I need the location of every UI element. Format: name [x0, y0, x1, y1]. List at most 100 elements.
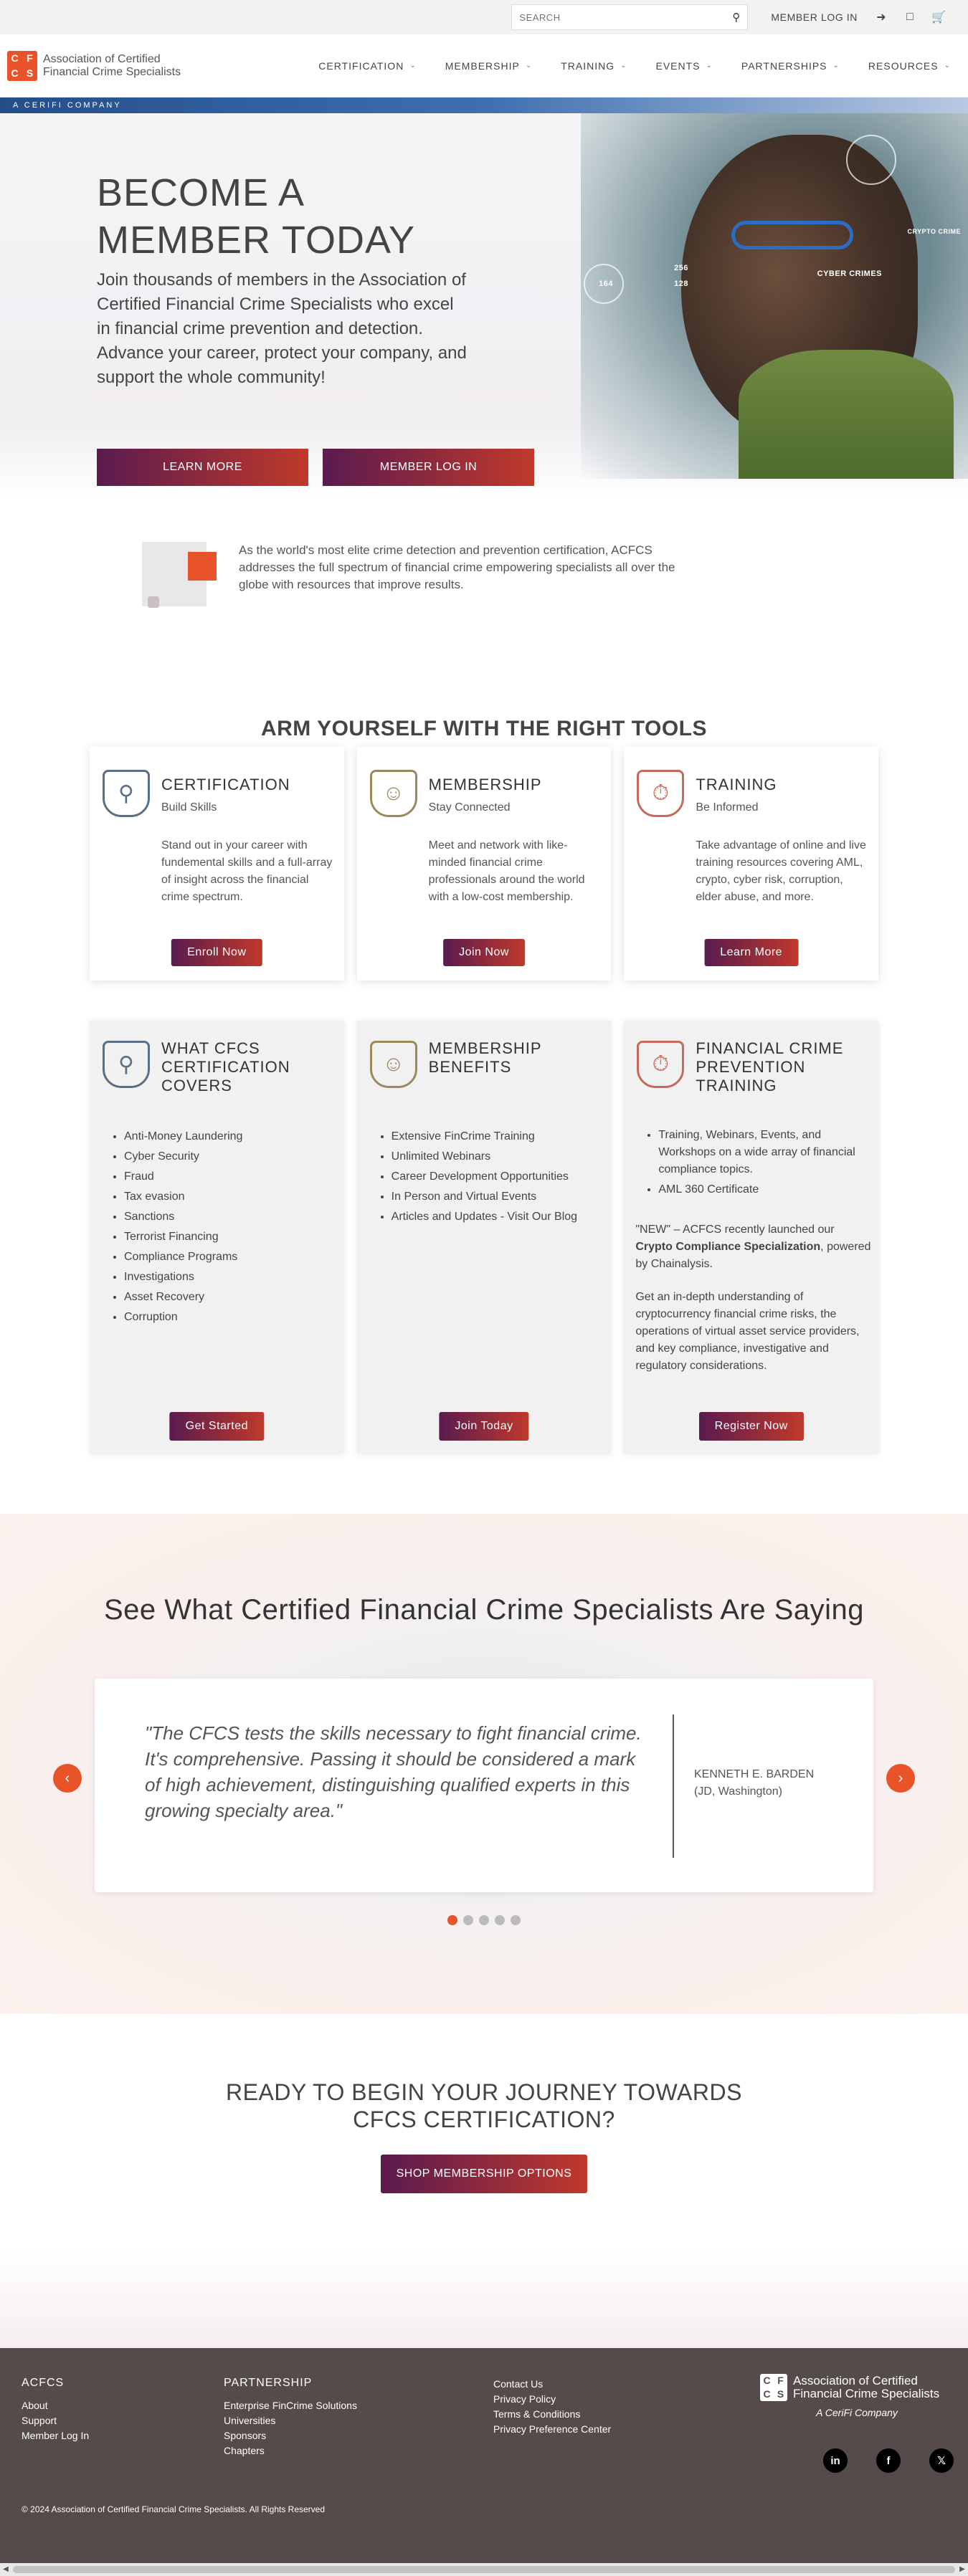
- training-badge-icon: ⏱: [637, 1041, 685, 1088]
- join-today-button[interactable]: Join Today: [439, 1412, 529, 1441]
- card-title: TRAINING: [696, 776, 777, 793]
- chevron-down-icon: ⌄: [832, 62, 840, 70]
- member-login-button[interactable]: MEMBER LOG IN: [323, 449, 534, 486]
- card-training: ⏱ TRAINING Be Informed Take advantage of…: [624, 747, 879, 981]
- quote-divider: [673, 1714, 674, 1858]
- nav-certification[interactable]: CERTIFICATION ⌄: [318, 60, 416, 72]
- footer-link[interactable]: Contact Us: [493, 2377, 611, 2392]
- list-item: Unlimited Webinars: [392, 1147, 602, 1167]
- footer-link[interactable]: Enterprise FinCrime Solutions: [224, 2398, 357, 2413]
- enroll-now-button[interactable]: Enroll Now: [171, 939, 262, 966]
- list-item: Anti-Money Laundering: [124, 1127, 335, 1147]
- list-item: Tax evasion: [124, 1187, 335, 1207]
- join-now-button[interactable]: Join Now: [443, 939, 525, 966]
- intro-graphic: [142, 542, 217, 608]
- linkedin-icon[interactable]: in: [823, 2448, 848, 2473]
- next-arrow-icon[interactable]: ›: [886, 1764, 915, 1793]
- hero-buttons: LEARN MORE MEMBER LOG IN: [97, 449, 534, 486]
- footer-heading: ACFCS: [22, 2377, 65, 2389]
- footer-link[interactable]: Privacy Preference Center: [493, 2422, 611, 2437]
- card-subtitle: Stay Connected: [428, 801, 511, 814]
- nav-events[interactable]: EVENTS ⌄: [656, 60, 713, 72]
- social-links: in f 𝕏: [823, 2448, 954, 2473]
- card-membership-benefits: ☺ MEMBERSHIP BENEFITS Extensive FinCrime…: [356, 1021, 612, 1454]
- carousel-dot[interactable]: [463, 1915, 473, 1925]
- horizontal-scrollbar[interactable]: ◀ ▶: [0, 2563, 968, 2576]
- card-subtitle: Build Skills: [161, 801, 217, 814]
- list-item: Investigations: [124, 1267, 335, 1287]
- scroll-left-icon[interactable]: ◀: [0, 2563, 11, 2576]
- footer-link[interactable]: Universities: [224, 2413, 357, 2428]
- list-item: Extensive FinCrime Training: [392, 1127, 602, 1147]
- small-square: [148, 596, 159, 608]
- chevron-down-icon: ⌄: [409, 62, 417, 70]
- card-text: Meet and network with like-minded financ…: [428, 839, 585, 903]
- testimonial-quote: "The CFCS tests the skills necessary to …: [145, 1722, 642, 1821]
- list-item: Compliance Programs: [124, 1247, 335, 1267]
- login-icon[interactable]: ➜: [873, 9, 889, 25]
- card-title: MEMBERSHIP: [428, 776, 542, 793]
- carousel-dot[interactable]: [447, 1915, 457, 1925]
- site-logo[interactable]: CF CS Association of Certified Financial…: [7, 50, 181, 81]
- shop-membership-button[interactable]: SHOP MEMBERSHIP OPTIONS: [380, 2155, 588, 2193]
- nav-partnerships[interactable]: PARTNERSHIPS ⌄: [741, 60, 840, 72]
- footer-link[interactable]: Sponsors: [224, 2428, 357, 2443]
- footer-link[interactable]: Support: [22, 2413, 89, 2428]
- search-box[interactable]: ⚲: [511, 4, 749, 30]
- register-now-button[interactable]: Register Now: [698, 1412, 804, 1441]
- list-item: Terrorist Financing: [124, 1227, 335, 1247]
- list-item: Sanctions: [124, 1207, 335, 1227]
- footer-link[interactable]: Member Log In: [22, 2428, 89, 2443]
- certification-badge-icon: ⚲: [103, 1041, 150, 1088]
- logo-text: Association of Certified Financial Crime…: [43, 52, 181, 78]
- account-icon[interactable]: □: [902, 9, 918, 25]
- list-item: AML 360 Certificate: [658, 1181, 869, 1198]
- nav-resources[interactable]: RESOURCES ⌄: [868, 60, 951, 72]
- x-icon[interactable]: 𝕏: [929, 2448, 954, 2473]
- nav-membership[interactable]: MEMBERSHIP ⌄: [445, 60, 533, 72]
- benefit-cards: ⚲ WHAT CFCS CERTIFICATION COVERS Anti-Mo…: [90, 1021, 879, 1454]
- footer-link[interactable]: Chapters: [224, 2443, 357, 2458]
- footer-link[interactable]: Privacy Policy: [493, 2392, 611, 2407]
- copyright: © 2024 Association of Certified Financia…: [22, 2504, 326, 2514]
- cerifi-tagline: A CeriFi Company: [816, 2407, 898, 2418]
- cart-icon[interactable]: 🛒: [931, 9, 946, 25]
- ready-title: READY TO BEGIN YOUR JOURNEY TOWARDS CFCS…: [226, 2079, 742, 2132]
- member-login-link[interactable]: MEMBER LOG IN: [771, 11, 858, 23]
- carousel-dot[interactable]: [479, 1915, 489, 1925]
- card-title: FINANCIAL CRIME PREVENTION TRAINING: [696, 1039, 844, 1094]
- cerifi-band: A CERIFI COMPANY: [0, 97, 968, 113]
- learn-more-button[interactable]: LEARN MORE: [97, 449, 308, 486]
- facebook-icon[interactable]: f: [876, 2448, 901, 2473]
- ready-section: READY TO BEGIN YOUR JOURNEY TOWARDS CFCS…: [0, 2079, 968, 2193]
- learn-more-training-button[interactable]: Learn More: [704, 939, 799, 966]
- card-title: MEMBERSHIP BENEFITS: [428, 1039, 542, 1076]
- list-item: Cyber Security: [124, 1147, 335, 1167]
- footer-col-acfcs: ACFCS About Support Member Log In: [22, 2377, 89, 2443]
- logo-mark: CF CS: [760, 2374, 787, 2401]
- carousel-dot[interactable]: [495, 1915, 505, 1925]
- card-prevention-training: ⏱ FINANCIAL CRIME PREVENTION TRAINING Tr…: [624, 1021, 879, 1454]
- list-item[interactable]: Articles and Updates - Visit Our Blog: [392, 1207, 602, 1227]
- chevron-down-icon: ⌄: [944, 62, 951, 70]
- membership-badge-icon: ☺: [369, 770, 417, 817]
- logo-text: Association of Certified Financial Crime…: [793, 2374, 940, 2400]
- card-title: CERTIFICATION: [161, 776, 290, 793]
- utility-bar: ⚲ MEMBER LOG IN ➜ □ 🛒: [0, 0, 968, 34]
- crypto-specialization-link[interactable]: Crypto Compliance Specialization: [635, 1241, 820, 1253]
- search-input[interactable]: [519, 11, 721, 23]
- scroll-right-icon[interactable]: ▶: [957, 2563, 968, 2576]
- get-started-button[interactable]: Get Started: [169, 1412, 264, 1441]
- footer-logo[interactable]: CF CS Association of Certified Financial…: [760, 2374, 954, 2418]
- hud-crypto-label: CRYPTO CRIME: [907, 228, 961, 235]
- footer-link[interactable]: About: [22, 2398, 89, 2413]
- prev-arrow-icon[interactable]: ‹: [53, 1764, 82, 1793]
- carousel-dot[interactable]: [511, 1915, 521, 1925]
- nav-training[interactable]: TRAINING ⌄: [561, 60, 627, 72]
- coverage-list: Anti-Money Laundering Cyber Security Fra…: [113, 1127, 335, 1327]
- benefits-list: Extensive FinCrime Training Unlimited We…: [380, 1127, 602, 1227]
- footer-link[interactable]: Terms & Conditions: [493, 2407, 611, 2422]
- search-icon[interactable]: ⚲: [732, 11, 740, 24]
- logo-mark: CF CS: [7, 50, 37, 81]
- scrollbar-thumb[interactable]: [13, 2566, 955, 2573]
